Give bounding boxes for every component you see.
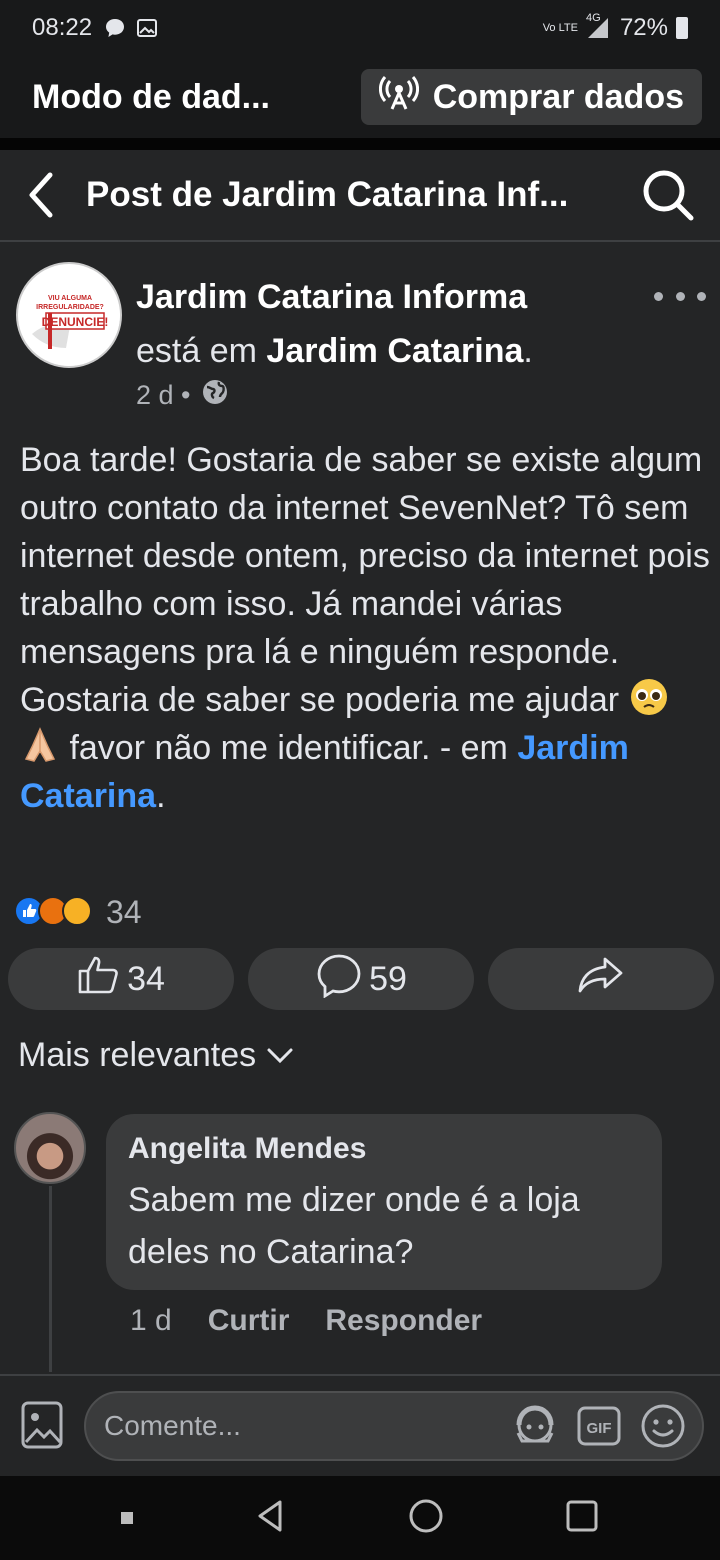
- comments-sort[interactable]: Mais relevantes: [18, 1036, 294, 1075]
- back-chevron-icon[interactable]: [26, 170, 60, 220]
- battery-icon: [676, 17, 688, 39]
- status-right: Vo LTE 4G 72%: [542, 12, 688, 42]
- post-body-text: Boa tarde! Gostaria de saber se existe a…: [20, 441, 710, 719]
- comment-text: Sabem me dizer onde é a loja deles no Ca…: [128, 1181, 580, 1271]
- search-icon[interactable]: [640, 167, 696, 223]
- location-prefix: está em: [136, 332, 267, 370]
- antenna-icon: [378, 73, 419, 122]
- avatar-sticker-icon[interactable]: [510, 1401, 560, 1451]
- recent-apps-icon[interactable]: [120, 1512, 133, 1524]
- share-icon: [577, 955, 625, 1004]
- comment-like-button[interactable]: Curtir: [208, 1304, 290, 1338]
- buy-data-button[interactable]: Comprar dados: [360, 69, 702, 125]
- comment-time[interactable]: 1 d: [130, 1304, 172, 1338]
- page-title: Post de Jardim Catarina Inf...: [86, 175, 569, 214]
- location-name[interactable]: Jardim Catarina: [266, 332, 523, 370]
- comment-author[interactable]: Angelita Mendes: [128, 1132, 640, 1166]
- comment-meta: 1 d Curtir Responder: [130, 1304, 482, 1338]
- overview-nav-icon[interactable]: [565, 1499, 599, 1538]
- signal-icon: 4G: [586, 12, 612, 40]
- thread-line: [49, 1186, 52, 1372]
- system-nav-bar: [0, 1476, 720, 1560]
- reaction-count: 34: [106, 893, 142, 930]
- post-body-after-emoji: favor não me identificar. - em: [69, 729, 518, 767]
- status-bar: 08:22 Vo LTE 4G 72%: [0, 0, 720, 56]
- reactions-summary[interactable]: 34: [14, 892, 142, 932]
- data-mode-label[interactable]: Modo de dad...: [32, 78, 361, 117]
- page-avatar[interactable]: VIU ALGUMA IRREGULARIDADE? DENUNCIE!: [16, 262, 122, 368]
- post-actions: 34 59: [8, 948, 714, 1010]
- share-button[interactable]: [488, 948, 714, 1010]
- comment-button[interactable]: 59: [248, 948, 474, 1010]
- like-count: 34: [127, 959, 165, 998]
- more-options-icon[interactable]: [654, 286, 706, 306]
- pleading-face-emoji-icon: [629, 677, 669, 717]
- data-mode-bar: Modo de dad... Comprar dados: [0, 56, 720, 138]
- comment-placeholder: Comente...: [104, 1410, 241, 1441]
- location-suffix: .: [523, 332, 533, 370]
- comment-composer: Comente... GIF: [0, 1374, 720, 1476]
- svg-text:IRREGULARIDADE?: IRREGULARIDADE?: [36, 304, 104, 311]
- comment-icon: [315, 952, 363, 1007]
- image-icon: [136, 17, 158, 39]
- home-nav-icon[interactable]: [408, 1498, 444, 1539]
- folded-hands-emoji-icon: [20, 725, 60, 765]
- like-button[interactable]: 34: [8, 948, 234, 1010]
- post-header-bar: Post de Jardim Catarina Inf...: [0, 150, 720, 242]
- comment-bubble[interactable]: Angelita Mendes Sabem me dizer onde é a …: [106, 1114, 662, 1290]
- post-header: VIU ALGUMA IRREGULARIDADE? DENUNCIE! Jar…: [16, 262, 706, 422]
- comment-reply-button[interactable]: Responder: [325, 1304, 482, 1338]
- reaction-icons: [14, 896, 100, 928]
- post-time[interactable]: 2 d •: [136, 380, 191, 411]
- network-type: 4G: [585, 12, 601, 24]
- comment-input[interactable]: Comente... GIF: [84, 1391, 704, 1461]
- gif-icon[interactable]: GIF: [574, 1401, 624, 1451]
- divider: [0, 138, 720, 150]
- globe-icon: [201, 378, 229, 413]
- chevron-down-icon: [266, 1036, 294, 1075]
- page-name[interactable]: Jardim Catarina Informa: [136, 278, 527, 317]
- battery-percent: 72%: [619, 14, 668, 41]
- screen: 08:22 Vo LTE 4G 72% Modo de dad... Compr…: [0, 0, 720, 1560]
- sad-reaction-icon: [62, 896, 92, 926]
- svg-text:GIF: GIF: [587, 1420, 612, 1437]
- location-line: está em Jardim Catarina.: [136, 332, 533, 371]
- photo-icon[interactable]: [20, 1400, 64, 1452]
- back-nav-icon[interactable]: [254, 1498, 286, 1539]
- emoji-icon[interactable]: [638, 1401, 688, 1451]
- chat-bubble-icon: [104, 17, 126, 39]
- post-body-end: .: [156, 777, 166, 815]
- comment-count: 59: [369, 959, 407, 998]
- volte-label: Vo LTE: [542, 21, 578, 34]
- svg-text:VIU ALGUMA: VIU ALGUMA: [48, 295, 92, 302]
- status-time: 08:22: [32, 14, 93, 41]
- like-icon: [77, 955, 121, 1004]
- buy-data-label: Comprar dados: [432, 77, 684, 116]
- sort-label: Mais relevantes: [18, 1036, 257, 1074]
- post-meta: 2 d •: [136, 378, 229, 413]
- post-text: Boa tarde! Gostaria de saber se existe a…: [20, 436, 710, 820]
- comment-avatar[interactable]: [14, 1112, 86, 1184]
